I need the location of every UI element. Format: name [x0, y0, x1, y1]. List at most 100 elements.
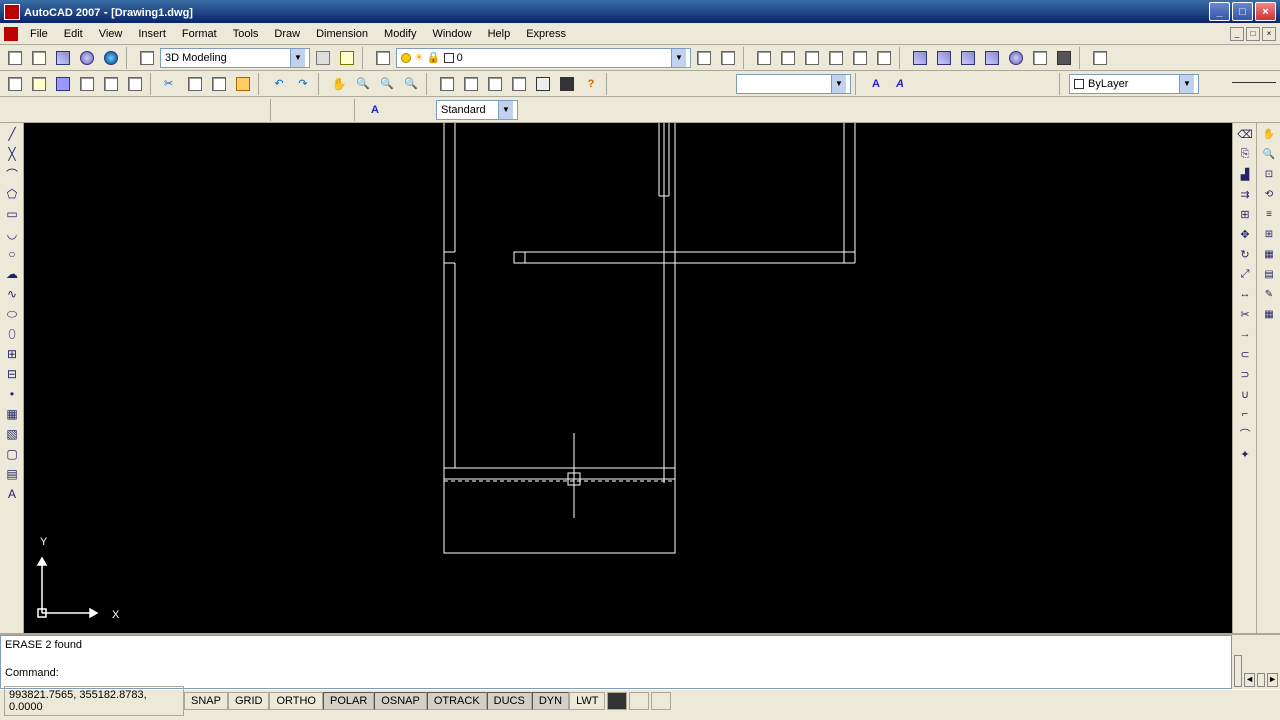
stretch-tool[interactable]: ↔ — [1235, 285, 1255, 303]
make-block-tool[interactable]: ⊟ — [2, 365, 22, 383]
trim-tool[interactable]: ✂ — [1235, 305, 1255, 323]
status-dyn[interactable]: DYN — [532, 692, 569, 710]
circle-tool[interactable]: ○ — [2, 245, 22, 263]
menu-draw[interactable]: Draw — [266, 26, 308, 42]
model-icon[interactable] — [607, 692, 627, 710]
status-snap[interactable]: SNAP — [184, 692, 228, 710]
globe-icon[interactable] — [100, 47, 122, 69]
osnap-mid-icon[interactable] — [664, 73, 686, 95]
revision-cloud-tool[interactable]: ☁ — [2, 265, 22, 283]
dim-aligned-icon[interactable] — [937, 73, 959, 95]
minimize-button[interactable]: _ — [1209, 2, 1230, 21]
visual-style3-icon[interactable] — [957, 47, 979, 69]
multiline-text-tool[interactable]: A — [2, 485, 22, 503]
dim-ordinate-icon[interactable] — [76, 99, 98, 121]
break-tool[interactable]: ⊃ — [1235, 365, 1255, 383]
zoom-rt-icon[interactable]: 🔍 — [352, 73, 374, 95]
dim-tolerance-icon[interactable] — [304, 99, 326, 121]
zoom-window-tool[interactable]: ⊡ — [1259, 165, 1279, 183]
save-icon[interactable] — [52, 73, 74, 95]
mdi-minimize-button[interactable]: _ — [1230, 27, 1244, 41]
osnap-cen-icon[interactable] — [712, 73, 734, 95]
design-center-tool[interactable]: ⊞ — [1259, 225, 1279, 243]
hatch-tool[interactable]: ▦ — [2, 405, 22, 423]
erase-tool[interactable]: ⌫ — [1235, 125, 1255, 143]
zoom-previous-tool[interactable]: ⟲ — [1259, 185, 1279, 203]
osnap-from-icon[interactable] — [616, 73, 638, 95]
block-name-dropdown[interactable]: ▼ — [736, 74, 851, 94]
extend-tool[interactable]: → — [1235, 325, 1255, 343]
camera-icon[interactable] — [1053, 47, 1075, 69]
sheet-set-icon[interactable] — [508, 73, 530, 95]
viewport4-icon[interactable] — [825, 47, 847, 69]
dim-radius2-icon[interactable] — [100, 99, 122, 121]
fillet-tool[interactable]: ⌒ — [1235, 425, 1255, 443]
paste-icon[interactable] — [208, 73, 230, 95]
qnew-icon[interactable] — [4, 73, 26, 95]
rotate-tool[interactable]: ↻ — [1235, 245, 1255, 263]
pan-icon[interactable]: ✋ — [328, 73, 350, 95]
scroll-right-icon[interactable]: ► — [1267, 673, 1278, 687]
sheet-set-tool[interactable]: ▤ — [1259, 265, 1279, 283]
dimstyle-dropdown[interactable]: Standard ▼ — [436, 100, 518, 120]
scroll-thumb[interactable] — [1257, 673, 1265, 687]
dim-continue-icon[interactable] — [1009, 73, 1031, 95]
menu-dimension[interactable]: Dimension — [308, 26, 376, 42]
named-views-icon[interactable] — [849, 47, 871, 69]
dim-linear-icon[interactable] — [913, 73, 935, 95]
annotation-scale-icon[interactable] — [629, 692, 649, 710]
coordinate-display[interactable]: 993821.7565, 355182.8783, 0.0000 — [4, 686, 184, 716]
osnap-int-icon[interactable] — [688, 73, 710, 95]
polyline-tool[interactable]: ⌒ — [2, 165, 22, 183]
ellipse-tool[interactable]: ⬭ — [2, 305, 22, 323]
gradient-tool[interactable]: ▧ — [2, 425, 22, 443]
copy-clipboard-icon[interactable] — [184, 73, 206, 95]
scroll-left-icon[interactable]: ◄ — [1244, 673, 1255, 687]
line-tool[interactable]: ╱ — [2, 125, 22, 143]
dim-leader-icon[interactable] — [1033, 73, 1055, 95]
dim-aligned2-icon[interactable] — [28, 99, 50, 121]
properties-icon[interactable] — [436, 73, 458, 95]
chamfer-tool[interactable]: ⌐ — [1235, 405, 1255, 423]
status-lwt[interactable]: LWT — [569, 692, 605, 710]
dim-quick-icon[interactable] — [196, 99, 218, 121]
spline-tool[interactable]: ∿ — [2, 285, 22, 303]
osnap-end-icon[interactable] — [640, 73, 662, 95]
menu-help[interactable]: Help — [480, 26, 519, 42]
rectangle-tool[interactable]: ▭ — [2, 205, 22, 223]
maximize-button[interactable]: □ — [1232, 2, 1253, 21]
workspace-settings-icon[interactable] — [136, 47, 158, 69]
dim-text-edit-icon[interactable] — [388, 99, 410, 121]
calc-icon[interactable] — [556, 73, 578, 95]
dim-arc-icon[interactable] — [52, 99, 74, 121]
plot-icon[interactable] — [76, 73, 98, 95]
layer-states-icon[interactable] — [717, 47, 739, 69]
properties-tool[interactable]: ≡ — [1259, 205, 1279, 223]
array-tool[interactable]: ⊞ — [1235, 205, 1255, 223]
point-tool[interactable]: • — [2, 385, 22, 403]
materials-icon[interactable] — [1089, 47, 1111, 69]
tool-palettes-icon[interactable] — [484, 73, 506, 95]
scrollbar-v[interactable] — [1234, 655, 1242, 687]
copy-tool[interactable]: ⎘ — [1235, 145, 1255, 163]
status-grid[interactable]: GRID — [228, 692, 270, 710]
dim-center-icon[interactable] — [328, 99, 350, 121]
dim-update-icon[interactable] — [412, 99, 434, 121]
drawing-canvas[interactable]: X Y — [24, 123, 1232, 633]
dim-linear2-icon[interactable] — [4, 99, 26, 121]
new-icon[interactable] — [4, 47, 26, 69]
close-button[interactable]: × — [1255, 2, 1276, 21]
menu-modify[interactable]: Modify — [376, 26, 424, 42]
pan-realtime-tool[interactable]: ✋ — [1259, 125, 1279, 143]
layer-dropdown[interactable]: ☀ 🔒 0 ▼ — [396, 48, 691, 68]
polygon-tool[interactable]: ⬠ — [2, 185, 22, 203]
join-tool[interactable]: ∪ — [1235, 385, 1255, 403]
menu-tools[interactable]: Tools — [225, 26, 267, 42]
viewport-icon[interactable] — [753, 47, 775, 69]
dim-leader2-icon[interactable] — [280, 99, 302, 121]
mdi-close-button[interactable]: × — [1262, 27, 1276, 41]
visual-style4-icon[interactable] — [981, 47, 1003, 69]
menu-format[interactable]: Format — [174, 26, 225, 42]
insert-block-tool[interactable]: ⊞ — [2, 345, 22, 363]
dim-baseline-icon[interactable] — [220, 99, 242, 121]
